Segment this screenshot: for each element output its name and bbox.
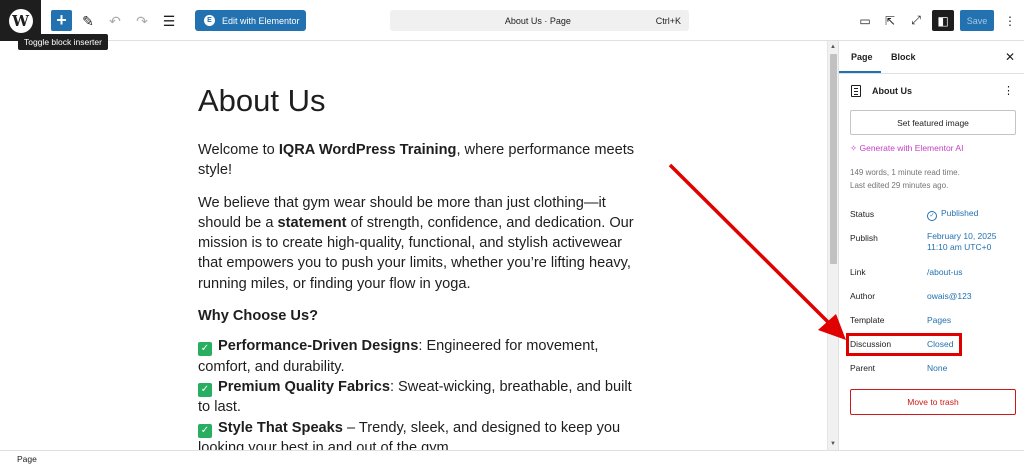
close-icon[interactable]: ✕: [1005, 50, 1015, 64]
section-heading[interactable]: Why Choose Us?: [198, 306, 638, 326]
settings-sidebar: Page Block ✕ About Us ⋮ Set featured ima…: [838, 41, 1024, 450]
fullscreen-button[interactable]: ⤢: [905, 10, 927, 31]
mission-paragraph[interactable]: We believe that gym wear should be more …: [198, 193, 638, 294]
sidebar-tabs: Page Block ✕: [839, 41, 1024, 74]
redo-button[interactable]: ↷: [131, 10, 153, 32]
page-title[interactable]: About Us: [198, 83, 326, 119]
publish-date: February 10, 2025: [927, 231, 997, 241]
published-check-icon: ✓: [927, 211, 937, 221]
status-text: Published: [941, 208, 979, 218]
page-icon: [851, 85, 861, 97]
summary-title: About Us: [872, 86, 912, 96]
tools-button[interactable]: ✎: [77, 10, 99, 32]
parent-value[interactable]: None: [927, 363, 947, 374]
editor-root: W + ✎ ↶ ↷ ☰ Toggle block inserter E Edit…: [0, 0, 1024, 465]
publish-label: Publish: [850, 233, 878, 243]
block-breadcrumb-bar: Page: [0, 450, 1024, 465]
external-view-icon: ⇱: [884, 13, 896, 28]
undo-icon: ↶: [109, 12, 121, 29]
intro-prefix: Welcome to: [198, 142, 279, 158]
link-label: Link: [850, 267, 866, 277]
generate-ai-label: Generate with Elementor AI: [859, 143, 964, 153]
template-label: Template: [850, 315, 885, 325]
wordpress-logo-icon: W: [8, 8, 33, 33]
edit-with-elementor-label: Edit with Elementor: [222, 15, 300, 26]
document-title: About Us · Page: [504, 15, 571, 26]
tab-page[interactable]: Page: [851, 52, 873, 62]
feature-item[interactable]: ✓ Style That Speaks – Trendy, sleek, and …: [198, 418, 638, 450]
view-page-button[interactable]: ⇱: [879, 10, 901, 31]
scroll-thumb[interactable]: [830, 54, 837, 264]
fullscreen-icon: ⤢: [911, 13, 921, 27]
word-count: 149 words, 1 minute read time.: [850, 168, 960, 177]
post-meta: 149 words, 1 minute read time. Last edit…: [850, 166, 960, 192]
intro-paragraph[interactable]: Welcome to IQRA WordPress Training, wher…: [198, 140, 638, 181]
checkmark-icon: ✓: [198, 423, 212, 438]
settings-sidebar-button[interactable]: ◧: [932, 10, 954, 31]
editor-toolbar: W + ✎ ↶ ↷ ☰ Toggle block inserter E Edit…: [0, 0, 1024, 50]
post-content[interactable]: Welcome to IQRA WordPress Training, wher…: [198, 140, 638, 450]
template-value[interactable]: Pages: [927, 315, 951, 326]
feature-title: Premium Quality Fabrics: [218, 378, 390, 395]
document-overview-icon: ☰: [162, 12, 176, 29]
checkmark-icon: ✓: [198, 382, 212, 397]
save-button[interactable]: Save: [960, 10, 994, 31]
options-button[interactable]: ⋮: [999, 10, 1021, 31]
desktop-preview-icon: ▭: [859, 13, 871, 28]
scroll-up-icon[interactable]: ▲: [830, 44, 836, 50]
feature-title: Performance-Driven Designs: [218, 338, 419, 355]
generate-ai-link[interactable]: ✧ Generate with Elementor AI: [850, 143, 963, 154]
feature-item[interactable]: ✓ Premium Quality Fabrics: Sweat-wicking,…: [198, 377, 638, 418]
status-label: Status: [850, 209, 875, 219]
status-value[interactable]: ✓ Published: [927, 208, 978, 221]
elementor-icon: E: [204, 15, 215, 26]
editor-canvas[interactable]: About Us Welcome to IQRA WordPress Train…: [0, 41, 827, 450]
publish-time: 11:10 am UTC+0: [927, 242, 992, 252]
redo-icon: ↷: [136, 12, 148, 29]
set-featured-image-button[interactable]: Set featured image: [850, 110, 1016, 135]
link-value[interactable]: /about-us: [927, 267, 962, 278]
pencil-icon: ✎: [82, 12, 94, 29]
block-inserter-button[interactable]: +: [51, 10, 72, 31]
command-palette-button[interactable]: About Us · Page Ctrl+K: [390, 10, 689, 31]
canvas-scrollbar[interactable]: ▲ ▼: [827, 41, 838, 450]
author-label: Author: [850, 291, 876, 301]
parent-label: Parent: [850, 363, 876, 373]
intro-bold: IQRA WordPress Training: [278, 142, 457, 158]
feature-item[interactable]: ✓ Performance-Driven Designs: Engineered …: [198, 336, 638, 377]
active-tab-indicator: [839, 71, 881, 73]
edit-with-elementor-button[interactable]: E Edit with Elementor: [195, 10, 306, 31]
publish-value[interactable]: February 10, 2025 11:10 am UTC+0: [927, 231, 996, 253]
breadcrumb-item[interactable]: Page: [17, 454, 37, 464]
command-shortcut: Ctrl+K: [655, 15, 681, 26]
more-options-icon: ⋮: [1004, 13, 1016, 28]
settings-sidebar-icon: ◧: [937, 13, 949, 28]
author-value[interactable]: owais@123: [927, 291, 972, 302]
move-to-trash-button[interactable]: Move to trash: [850, 389, 1016, 415]
inserter-tooltip: Toggle block inserter: [18, 34, 108, 50]
preview-device-button[interactable]: ▭: [854, 10, 876, 31]
discussion-highlight-box: [846, 333, 962, 356]
scroll-down-icon[interactable]: ▼: [830, 441, 836, 447]
document-overview-button[interactable]: ☰: [158, 10, 180, 32]
feature-title: Style That Speaks: [218, 419, 343, 436]
plus-icon: +: [56, 10, 67, 30]
mission-bold: statement: [277, 214, 347, 231]
checkmark-icon: ✓: [198, 342, 212, 357]
tab-block[interactable]: Block: [891, 52, 916, 62]
undo-button[interactable]: ↶: [104, 10, 126, 32]
more-options-icon[interactable]: ⋮: [1003, 84, 1014, 97]
last-edited: Last edited 29 minutes ago.: [850, 181, 949, 190]
